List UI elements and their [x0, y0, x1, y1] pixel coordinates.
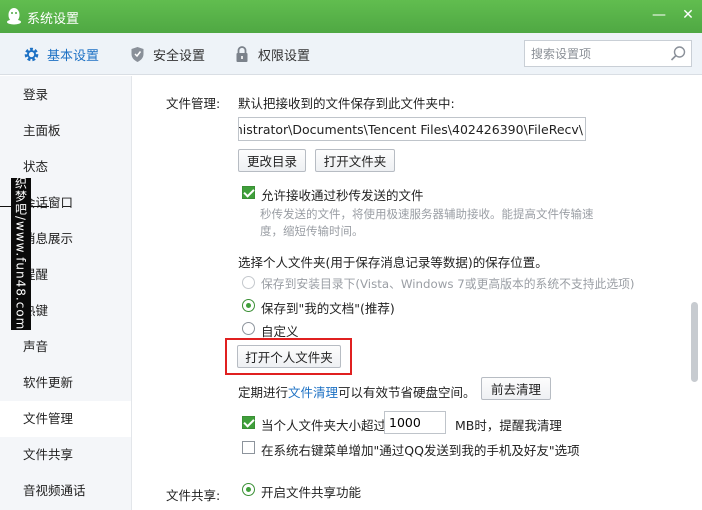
size-limit-suffix: MB时，提醒我清理: [455, 418, 562, 433]
tab-label: 安全设置: [153, 48, 206, 64]
radio-my-documents[interactable]: [242, 299, 255, 312]
sidebar-item-software-update[interactable]: 软件更新: [0, 365, 131, 401]
receive-path-text: dministrator\Documents\Tencent Files\402…: [238, 122, 583, 137]
radio-custom[interactable]: [242, 322, 255, 335]
size-limit-field[interactable]: [384, 411, 446, 434]
flash-transfer-desc-1: 秒传发送的文件，将使用极速服务器辅助接收。能提高文件传输速: [260, 207, 594, 221]
search-box[interactable]: [524, 40, 692, 67]
open-folder-button[interactable]: 打开文件夹: [315, 149, 395, 172]
watermark: 织梦吧/www.fun48.com: [11, 177, 31, 331]
size-limit-checkbox[interactable]: [242, 416, 255, 429]
sidebar-item-av-call[interactable]: 音视频通话: [0, 473, 131, 509]
watermark-line: [31, 206, 49, 207]
scrollbar-thumb[interactable]: [691, 302, 698, 382]
allow-flash-transfer-label: 允许接收通过秒传发送的文件: [261, 188, 424, 203]
cleanup-hint: 定期进行文件清理可以有效节省硬盘空间。: [238, 382, 476, 401]
close-button[interactable]: ✕: [679, 6, 697, 24]
scrollbar-track[interactable]: [688, 76, 702, 510]
lock-icon: [233, 45, 251, 63]
search-input[interactable]: [531, 45, 663, 62]
enable-file-sharing-toggle[interactable]: [242, 483, 255, 496]
save-location-desc: 默认把接收到的文件保存到此文件夹中:: [238, 96, 455, 111]
receive-path-field[interactable]: dministrator\Documents\Tencent Files\402…: [238, 117, 586, 141]
size-limit-input[interactable]: [389, 415, 443, 430]
open-personal-folder-button[interactable]: 打开个人文件夹: [237, 345, 341, 368]
window-title: 系统设置: [27, 12, 80, 27]
tab-basic-settings[interactable]: 基本设置: [22, 43, 99, 65]
context-menu-label: 在系统右键菜单增加"通过QQ发送到我的手机及好友"选项: [261, 443, 580, 458]
sidebar-item-sound[interactable]: 声音: [0, 329, 131, 365]
sidebar-item-file-management[interactable]: 文件管理: [0, 401, 131, 437]
tab-label: 基本设置: [47, 48, 100, 64]
tab-bar: 基本设置 安全设置 权限设置: [0, 33, 702, 75]
sidebar-item-main-panel[interactable]: 主面板: [0, 113, 131, 149]
file-management-section-label: 文件管理:: [166, 96, 221, 111]
change-directory-button[interactable]: 更改目录: [238, 149, 306, 172]
radio-my-documents-label: 保存到"我的文档"(推荐): [261, 301, 395, 316]
go-cleanup-button[interactable]: 前去清理: [481, 377, 551, 400]
radio-install-dir-label: 保存到安装目录下(Vista、Windows 7或更高版本的系统不支持此选项): [261, 277, 635, 291]
shield-icon: [128, 45, 146, 63]
search-icon[interactable]: [670, 45, 687, 62]
context-menu-checkbox[interactable]: [242, 441, 255, 454]
file-sharing-section-label: 文件共享:: [166, 488, 221, 503]
file-cleanup-link[interactable]: 文件清理: [288, 385, 338, 400]
size-limit-label: 当个人文件夹大小超过: [261, 418, 387, 433]
sidebar-item-login[interactable]: 登录: [0, 77, 131, 113]
cleanup-prefix: 定期进行: [238, 385, 289, 400]
title-bar: 系统设置 — ✕: [0, 0, 702, 33]
radio-install-dir[interactable]: [242, 276, 255, 289]
allow-flash-transfer-checkbox[interactable]: [242, 186, 255, 199]
tab-permission-settings[interactable]: 权限设置: [233, 43, 310, 65]
flash-transfer-desc-2: 度，缩短传输时间。: [260, 224, 364, 238]
enable-file-sharing-label: 开启文件共享功能: [261, 485, 362, 500]
personal-folder-desc: 选择个人文件夹(用于保存消息记录等数据)的保存位置。: [238, 255, 548, 270]
tab-security-settings[interactable]: 安全设置: [128, 43, 205, 65]
qq-penguin-icon: [7, 8, 21, 25]
cleanup-suffix: 可以有效节省硬盘空间。: [338, 385, 476, 400]
gear-icon: [22, 45, 40, 63]
sidebar-item-file-sharing[interactable]: 文件共享: [0, 437, 131, 473]
minimize-button[interactable]: —: [650, 6, 668, 24]
watermark-text: 织梦吧/www.fun48.com: [13, 177, 28, 331]
tab-label: 权限设置: [258, 48, 311, 64]
